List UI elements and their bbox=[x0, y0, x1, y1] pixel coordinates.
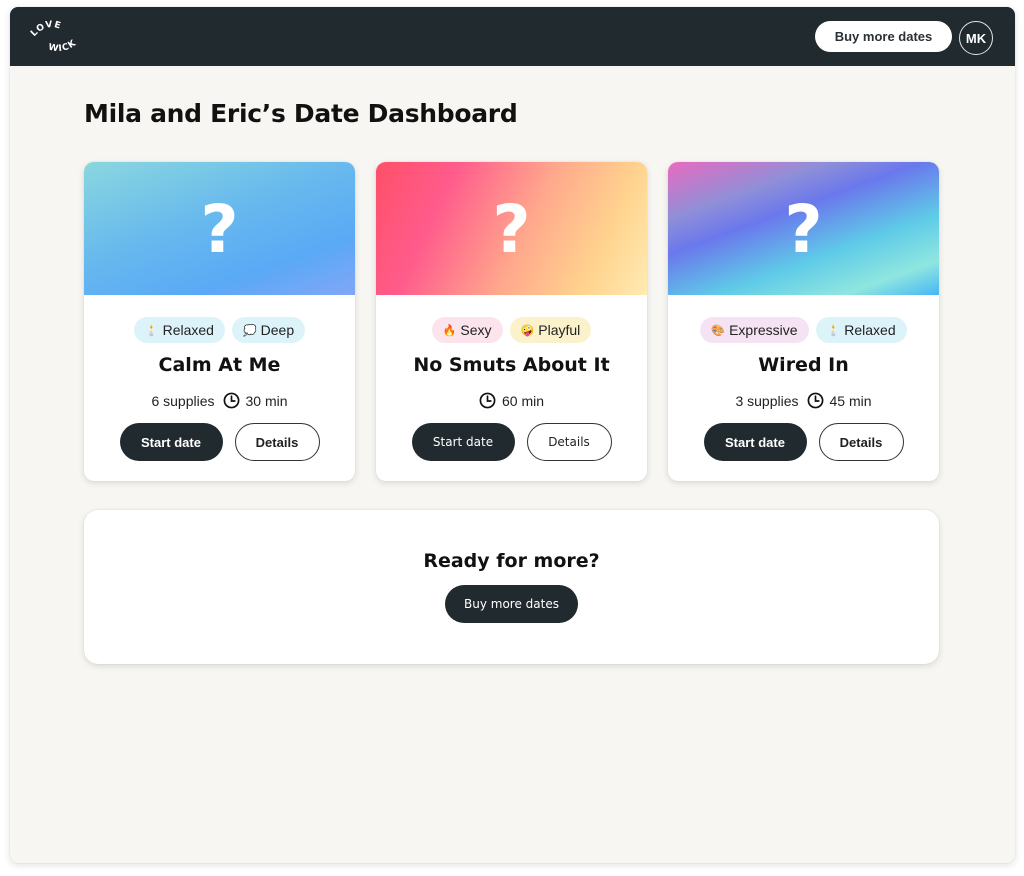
duration: 45 min bbox=[829, 392, 872, 409]
question-mark-icon: ? bbox=[492, 190, 531, 268]
clock-icon bbox=[479, 392, 496, 409]
details-button[interactable]: Details bbox=[818, 423, 904, 461]
tag-list: 🎨 Expressive 🕯️ Relaxed bbox=[668, 317, 939, 343]
tag-deep: 💭 Deep bbox=[231, 317, 306, 343]
ready-for-more-panel: Ready for more? Buy more dates bbox=[84, 510, 939, 664]
logo-text-love: LOVE bbox=[29, 20, 62, 39]
card-title: No Smuts About It bbox=[413, 354, 610, 376]
card-title: Wired In bbox=[758, 354, 849, 376]
header-buy-more-dates-button[interactable]: Buy more dates bbox=[815, 21, 952, 52]
ready-for-more-title: Ready for more? bbox=[423, 550, 600, 572]
tag-label: Relaxed bbox=[162, 322, 214, 338]
tag-relaxed: 🕯️ Relaxed bbox=[133, 317, 225, 343]
tag-label: Expressive bbox=[729, 322, 798, 338]
card-meta: 60 min bbox=[376, 392, 647, 409]
fire-icon: 🔥 bbox=[442, 324, 457, 337]
card-hero-image: ? bbox=[668, 162, 939, 295]
card-actions: Start date Details bbox=[376, 423, 647, 461]
tag-list: 🕯️ Relaxed 💭 Deep bbox=[84, 317, 355, 343]
top-navigation-bar: LOVE WICK Buy more dates MK bbox=[10, 7, 1015, 66]
zany-face-icon: 🤪 bbox=[520, 324, 535, 337]
card-meta: 6 supplies 30 min bbox=[84, 392, 355, 409]
palette-icon: 🎨 bbox=[711, 324, 726, 337]
details-button[interactable]: Details bbox=[526, 423, 612, 461]
card-actions: Start date Details bbox=[668, 423, 939, 461]
start-date-button[interactable]: Start date bbox=[703, 423, 807, 461]
card-meta: 3 supplies 45 min bbox=[668, 392, 939, 409]
tag-label: Sexy bbox=[460, 322, 492, 338]
user-avatar[interactable]: MK bbox=[959, 21, 993, 55]
page-title: Mila and Eric’s Date Dashboard bbox=[84, 99, 518, 128]
card-title: Calm At Me bbox=[158, 354, 281, 376]
candle-icon: 🕯️ bbox=[826, 324, 841, 337]
question-mark-icon: ? bbox=[200, 190, 239, 268]
details-button[interactable]: Details bbox=[234, 423, 320, 461]
start-date-button[interactable]: Start date bbox=[119, 423, 223, 461]
start-date-button[interactable]: Start date bbox=[411, 423, 515, 461]
date-card: ? 🔥 Sexy 🤪 Playful No Smuts About It 60 … bbox=[376, 162, 647, 481]
tag-label: Playful bbox=[538, 322, 581, 338]
candle-icon: 🕯️ bbox=[144, 324, 159, 337]
tag-label: Relaxed bbox=[844, 322, 896, 338]
card-actions: Start date Details bbox=[84, 423, 355, 461]
supplies-count: 6 supplies bbox=[151, 392, 215, 409]
app-window: LOVE WICK Buy more dates MK Mila and Eri… bbox=[10, 7, 1015, 863]
clock-icon bbox=[807, 392, 823, 409]
tag-expressive: 🎨 Expressive bbox=[700, 317, 809, 343]
tag-playful: 🤪 Playful bbox=[509, 317, 592, 343]
clock-icon bbox=[223, 392, 239, 409]
tag-sexy: 🔥 Sexy bbox=[431, 317, 503, 343]
lovewick-logo[interactable]: LOVE WICK bbox=[28, 15, 88, 59]
tag-relaxed: 🕯️ Relaxed bbox=[815, 317, 907, 343]
date-card: ? 🕯️ Relaxed 💭 Deep Calm At Me 6 supplie… bbox=[84, 162, 355, 481]
card-hero-image: ? bbox=[376, 162, 647, 295]
logo-text-wick: WICK bbox=[47, 38, 78, 54]
question-mark-icon: ? bbox=[784, 190, 823, 268]
duration: 30 min bbox=[245, 392, 288, 409]
tag-label: Deep bbox=[260, 322, 295, 338]
date-card: ? 🎨 Expressive 🕯️ Relaxed Wired In 3 sup… bbox=[668, 162, 939, 481]
tag-list: 🔥 Sexy 🤪 Playful bbox=[376, 317, 647, 343]
thought-bubble-icon: 💭 bbox=[242, 324, 257, 337]
buy-more-dates-button[interactable]: Buy more dates bbox=[445, 585, 578, 623]
duration: 60 min bbox=[501, 392, 545, 409]
card-hero-image: ? bbox=[84, 162, 355, 295]
supplies-count: 3 supplies bbox=[735, 392, 799, 409]
